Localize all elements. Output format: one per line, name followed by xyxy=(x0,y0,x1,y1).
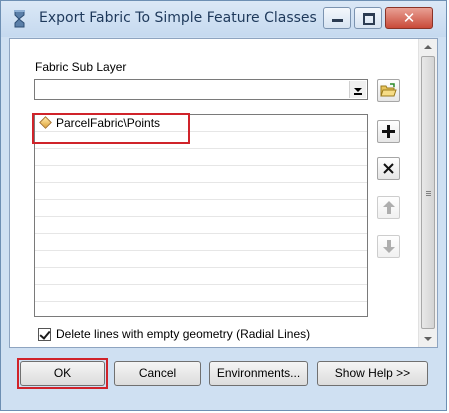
geoprocessing-tool-icon xyxy=(14,10,25,28)
sub-layer-list[interactable]: ParcelFabric\Points xyxy=(34,114,368,317)
browse-button[interactable] xyxy=(377,79,400,102)
dialog-content: Fabric Sub Layer ParcelFabric\Points Del… xyxy=(9,38,438,348)
minimize-icon xyxy=(332,19,343,22)
open-folder-icon xyxy=(380,83,397,97)
empty-list-row xyxy=(35,234,367,251)
arrow-down-icon xyxy=(382,240,395,253)
empty-list-row xyxy=(35,285,367,302)
minimize-button[interactable] xyxy=(323,7,351,29)
highlight-box-list-item xyxy=(32,113,190,144)
window-title: Export Fabric To Simple Feature Classes xyxy=(39,10,317,26)
empty-list-row xyxy=(35,200,367,217)
empty-list-row xyxy=(35,251,367,268)
empty-list-row xyxy=(35,166,367,183)
sub-layer-combobox[interactable] xyxy=(34,79,368,100)
environments-button[interactable]: Environments... xyxy=(209,361,308,386)
empty-list-row xyxy=(35,217,367,234)
dropdown-arrow-icon[interactable] xyxy=(349,81,366,98)
close-button[interactable]: ✕ xyxy=(385,7,433,29)
arrow-up-icon xyxy=(382,201,395,214)
grip-line xyxy=(426,191,431,192)
empty-list-row xyxy=(35,183,367,200)
add-button[interactable] xyxy=(377,120,400,143)
delete-empty-geometry-checkbox[interactable] xyxy=(38,328,51,341)
delete-x-icon xyxy=(383,163,394,174)
sub-layer-label: Fabric Sub Layer xyxy=(35,60,127,74)
move-down-button[interactable] xyxy=(377,235,400,258)
highlight-box-ok-button xyxy=(17,358,108,389)
close-icon: ✕ xyxy=(402,9,416,27)
title-bar[interactable]: Export Fabric To Simple Feature Classes … xyxy=(1,1,446,37)
scroll-down-arrow-icon[interactable] xyxy=(419,330,437,347)
show-help-button[interactable]: Show Help >> xyxy=(317,361,428,386)
plus-icon xyxy=(382,125,395,138)
vertical-scrollbar[interactable] xyxy=(418,39,437,347)
scroll-thumb[interactable] xyxy=(421,56,435,329)
delete-empty-geometry-label: Delete lines with empty geometry (Radial… xyxy=(56,327,311,341)
maximize-button[interactable] xyxy=(354,7,382,29)
scroll-up-arrow-icon[interactable] xyxy=(419,39,437,56)
empty-list-row xyxy=(35,268,367,285)
maximize-icon xyxy=(363,13,375,25)
cancel-button[interactable]: Cancel xyxy=(114,361,201,386)
grip-line xyxy=(426,195,431,196)
dialog-window: Export Fabric To Simple Feature Classes … xyxy=(0,0,447,411)
empty-list-row xyxy=(35,149,367,166)
remove-button[interactable] xyxy=(377,157,400,180)
grip-line xyxy=(426,193,431,194)
move-up-button[interactable] xyxy=(377,196,400,219)
